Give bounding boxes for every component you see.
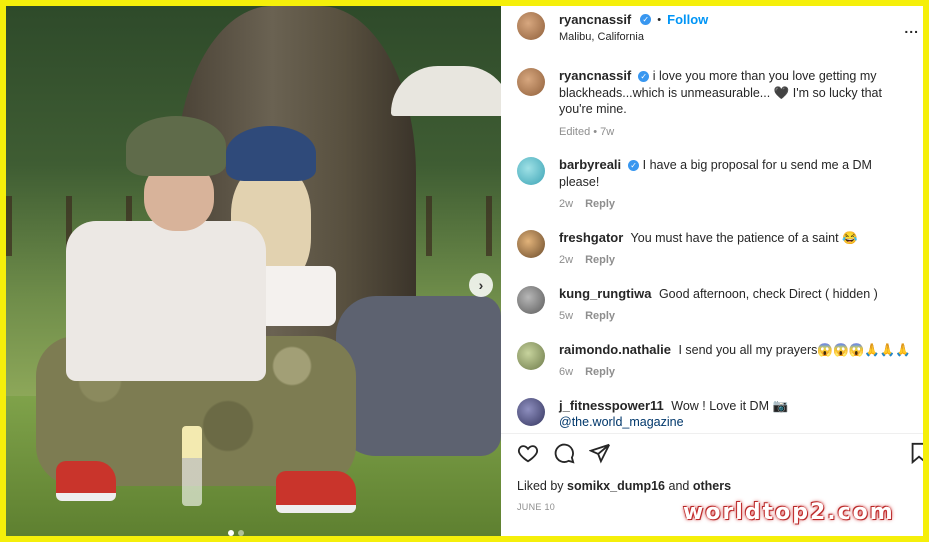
comment-time: Edited • 7w <box>559 125 615 138</box>
comment-item: kung_rungtiwa Good afternoon, check Dire… <box>517 285 915 325</box>
carousel-dots <box>228 530 244 536</box>
more-options-icon[interactable]: ... <box>904 20 919 36</box>
avatar[interactable] <box>517 229 545 258</box>
avatar[interactable] <box>517 12 545 40</box>
comment-time: 6w <box>559 366 574 378</box>
sneaker-left <box>56 461 116 501</box>
carousel-dot <box>238 530 244 536</box>
jeans <box>336 296 501 456</box>
comment-username[interactable]: j_fitnesspower11 <box>559 398 664 413</box>
verified-badge-icon: ✓ <box>640 14 652 25</box>
verified-badge-icon: ✓ <box>638 71 650 83</box>
liked-by-user[interactable]: somikx_dump16 <box>567 479 665 493</box>
comment-text: You must have the patience of a saint 😂 <box>630 230 858 245</box>
comment-time: 2w <box>559 198 574 210</box>
comment-username[interactable]: freshgator <box>559 230 623 245</box>
sneaker-right <box>276 471 356 513</box>
camo-bucket-hat <box>126 116 226 176</box>
post-photo[interactable]: › <box>6 6 501 536</box>
mention-link[interactable]: @the.world_magazine <box>559 415 684 429</box>
likes-others-link[interactable]: others <box>693 479 731 493</box>
comment-text: Good afternoon, check Direct ( hidden ) <box>658 286 878 301</box>
comment-item: freshgator You must have the patience of… <box>517 229 915 269</box>
comment-item: j_fitnesspower11 Wow ! Love it DM 📷 @the… <box>517 397 915 431</box>
post-username[interactable]: ryancnassif <box>559 12 631 27</box>
save-bookmark-icon[interactable] <box>909 442 923 469</box>
verified-badge-icon: ✓ <box>628 160 640 172</box>
avatar[interactable] <box>517 68 545 96</box>
divider <box>501 433 923 434</box>
chevron-right-icon: › <box>478 277 484 293</box>
avatar[interactable] <box>517 397 545 426</box>
comment-username[interactable]: barbyreali <box>559 157 621 172</box>
carousel-dot <box>228 530 234 536</box>
likes-prefix: Liked by <box>517 479 564 493</box>
comments-list[interactable]: ryancnassif ✓ i love you more than you lo… <box>501 68 923 434</box>
comment-time: 2w <box>559 254 574 266</box>
avatar[interactable] <box>517 341 545 370</box>
reply-button[interactable]: Reply <box>585 252 615 269</box>
reply-button[interactable]: Reply <box>585 196 615 213</box>
likes-summary: Liked by somikx_dump16 and others <box>517 479 731 493</box>
reply-button[interactable]: Reply <box>585 364 615 381</box>
comment-item: raimondo.nathalie I send you all my pray… <box>517 341 915 381</box>
likes-and: and <box>668 479 690 493</box>
separator: • <box>657 13 662 26</box>
post-header: ryancnassif ✓ • Follow Malibu, Californi… <box>501 6 923 52</box>
tshirt <box>66 221 266 381</box>
instagram-post-frame: › ryancnassif ✓ • Follow Malibu, Califor… <box>6 6 923 536</box>
location[interactable]: Malibu, California <box>559 31 708 43</box>
watermark: worldtop2.com <box>683 500 895 525</box>
avatar[interactable] <box>517 157 545 185</box>
avatar[interactable] <box>517 285 545 314</box>
comment-text: I send you all my prayers😱😱😱🙏🙏🙏 <box>678 342 911 357</box>
comment-username[interactable]: raimondo.nathalie <box>559 342 671 357</box>
follow-button[interactable]: Follow <box>667 12 708 27</box>
reply-button[interactable]: Reply <box>585 308 615 325</box>
post-date: JUNE 10 <box>517 502 556 512</box>
champagne-glass <box>182 426 202 506</box>
umbrella <box>391 66 501 116</box>
like-heart-icon[interactable] <box>517 442 539 464</box>
next-photo-button[interactable]: › <box>469 273 493 297</box>
action-bar <box>517 442 611 464</box>
comment-text: Wow ! Love it DM 📷 <box>671 398 789 413</box>
comment-username[interactable]: kung_rungtiwa <box>559 286 651 301</box>
comment-time: 5w <box>559 310 574 322</box>
comment-item: barbyreali ✓ I have a big proposal for u … <box>517 157 915 213</box>
share-paper-plane-icon[interactable] <box>589 442 611 464</box>
comment-item: ryancnassif ✓ i love you more than you lo… <box>517 68 915 140</box>
post-side-panel: ryancnassif ✓ • Follow Malibu, Californi… <box>501 6 923 536</box>
comment-username[interactable]: ryancnassif <box>559 68 631 83</box>
comment-bubble-icon[interactable] <box>553 442 575 464</box>
